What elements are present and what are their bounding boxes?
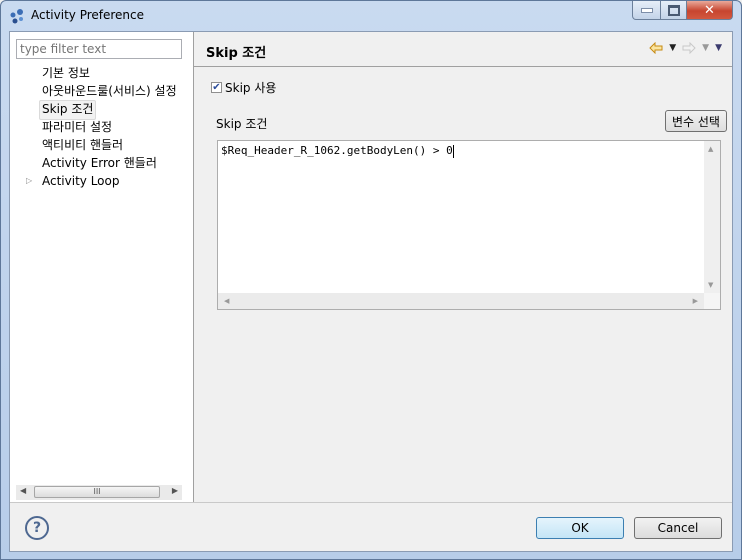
forward-menu-icon[interactable]: ▼ [702, 43, 709, 53]
dialog-window: Activity Preference ✕ 기본 정보 아웃바운드룰(서비스) … [0, 0, 742, 560]
scrollbar-corner [704, 293, 720, 309]
skip-enable-checkbox[interactable]: ✔ [211, 82, 222, 93]
close-button[interactable]: ✕ [687, 1, 733, 20]
scroll-right-icon[interactable]: ▶ [172, 486, 178, 495]
maximize-button[interactable] [661, 1, 687, 20]
scroll-left-icon[interactable]: ◀ [224, 297, 229, 305]
title-divider [194, 66, 732, 67]
text-caret [452, 144, 454, 158]
tree-item-basic-info[interactable]: 기본 정보 [40, 64, 92, 82]
back-arrow-icon[interactable] [649, 42, 663, 54]
tree-item-activity-handler[interactable]: 액티비티 핸들러 [40, 136, 125, 154]
tree-item-outbound-rule[interactable]: 아웃바운드룰(서비스) 설정 [40, 82, 179, 100]
tree-item-activity-error-handler[interactable]: Activity Error 핸들러 [40, 154, 159, 172]
preference-tree-panel: 기본 정보 아웃바운드룰(서비스) 설정 Skip 조건 파라미터 설정 액티비… [10, 32, 193, 502]
select-variable-button[interactable]: 변수 선택 [665, 110, 727, 132]
tree-item-parameter-settings[interactable]: 파라미터 설정 [40, 118, 114, 136]
title-bar[interactable]: Activity Preference ✕ [1, 1, 741, 31]
filter-input[interactable] [16, 39, 182, 59]
minimize-icon [640, 7, 653, 13]
maximize-icon [667, 4, 680, 16]
close-icon: ✕ [704, 2, 715, 18]
scroll-down-icon[interactable]: ▼ [708, 281, 713, 289]
tree-item-skip-condition[interactable]: Skip 조건 [39, 100, 97, 120]
skip-enable-row[interactable]: ✔ Skip 사용 [211, 79, 276, 96]
tree-item-activity-loop[interactable]: Activity Loop [40, 172, 121, 190]
editor-horizontal-scrollbar[interactable]: ◀ ▶ [218, 293, 704, 309]
view-menu-icon[interactable]: ▼ [715, 43, 722, 53]
forward-arrow-icon[interactable] [682, 42, 696, 54]
expand-arrow-icon[interactable]: ▷ [26, 176, 32, 185]
condition-label: Skip 조건 [216, 117, 268, 131]
condition-expression[interactable]: $Req_Header_R_1062.getBodyLen() > 0 [221, 144, 453, 157]
dialog-client: 기본 정보 아웃바운드룰(서비스) 설정 Skip 조건 파라미터 설정 액티비… [9, 31, 733, 552]
skip-enable-label: Skip 사용 [225, 81, 277, 95]
scroll-thumb[interactable]: III [34, 486, 160, 498]
help-icon: ? [32, 520, 42, 536]
help-button[interactable]: ? [25, 516, 49, 540]
page-title: Skip 조건 [206, 46, 267, 61]
editor-vertical-scrollbar[interactable]: ▲ ▼ [704, 141, 720, 293]
tree-horizontal-scrollbar[interactable]: ◀ III ▶ [16, 485, 182, 500]
condition-editor[interactable]: $Req_Header_R_1062.getBodyLen() > 0 ▲ ▼ … [217, 140, 721, 310]
footer-divider [10, 502, 732, 503]
back-menu-icon[interactable]: ▼ [669, 43, 676, 53]
page-nav-toolbar: ▼ ▼ ▼ [649, 42, 722, 54]
scroll-right-icon[interactable]: ▶ [693, 297, 698, 305]
app-icon [10, 9, 23, 24]
scroll-left-icon[interactable]: ◀ [20, 486, 26, 495]
window-title: Activity Preference [31, 8, 145, 22]
cancel-button[interactable]: Cancel [634, 517, 722, 539]
scroll-up-icon[interactable]: ▲ [708, 145, 713, 153]
minimize-button[interactable] [632, 1, 661, 20]
preference-page: Skip 조건 ▼ ▼ ▼ ✔ Skip 사용 Skip 조건 변수 선택 $R… [194, 32, 732, 502]
ok-button[interactable]: OK [536, 517, 624, 539]
